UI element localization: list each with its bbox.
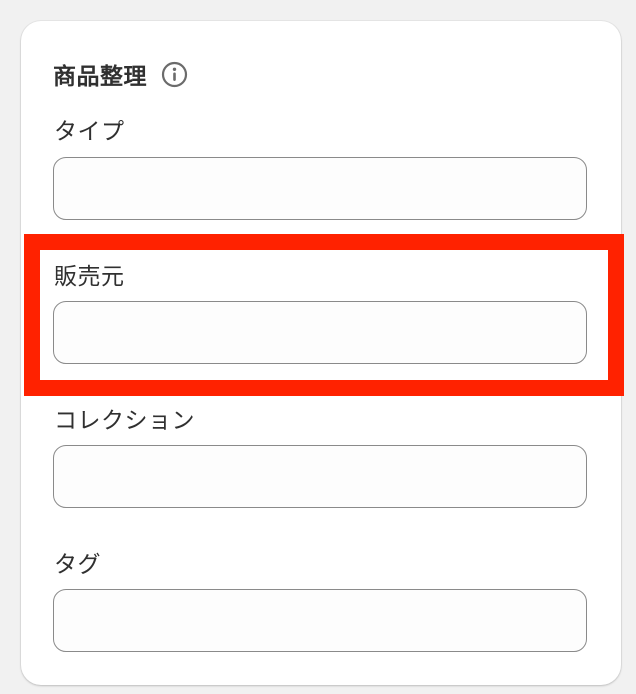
card-title: 商品整理 bbox=[53, 64, 147, 90]
tags-input[interactable] bbox=[53, 589, 587, 652]
type-label: タイプ bbox=[54, 119, 125, 145]
collection-input[interactable] bbox=[53, 445, 587, 508]
info-circle-icon[interactable] bbox=[161, 61, 188, 88]
type-input[interactable] bbox=[53, 157, 587, 220]
vendor-label: 販売元 bbox=[54, 264, 125, 290]
card-header: 商品整理 bbox=[53, 56, 188, 92]
tags-label: タグ bbox=[54, 552, 101, 578]
collection-label: コレクション bbox=[54, 408, 195, 434]
vendor-input[interactable] bbox=[53, 301, 587, 364]
